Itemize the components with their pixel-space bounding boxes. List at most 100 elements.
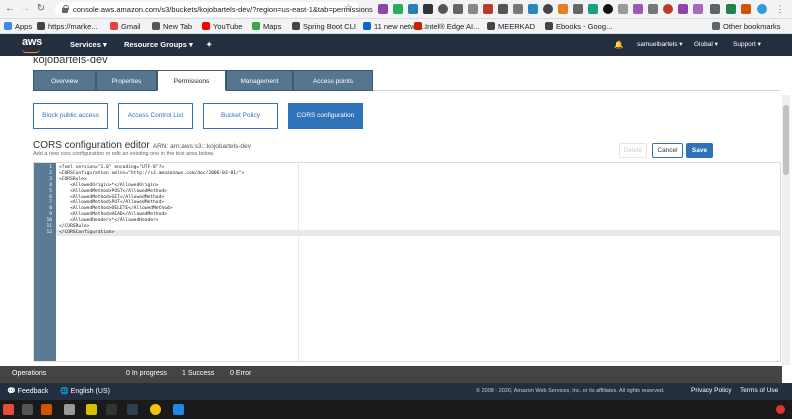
tab-management[interactable]: Management <box>226 70 293 91</box>
bookmarks-bar: Apps https://marke... Gmail New Tab YouTube M… <box>0 19 792 34</box>
bookmark-favicon-icon <box>4 22 12 30</box>
extension-icon[interactable] <box>618 4 628 14</box>
reload-icon[interactable]: ↻ <box>35 3 47 15</box>
vscode-icon[interactable] <box>173 404 184 415</box>
extension-icon[interactable] <box>483 4 493 14</box>
os-taskbar <box>0 400 792 419</box>
extension-icon[interactable] <box>603 4 613 14</box>
extension-icon[interactable] <box>528 4 538 14</box>
page-scrollbar[interactable] <box>782 95 790 365</box>
resource-groups-menu[interactable]: Resource Groups ▾ <box>124 40 193 49</box>
delete-button[interactable]: Delete <box>619 143 647 158</box>
tab-permissions[interactable]: Permissions <box>157 70 226 91</box>
access-control-list-button[interactable]: Access Control List <box>118 103 193 129</box>
scrollbar-thumb[interactable] <box>783 105 789 175</box>
error-count: 0 Error <box>230 370 252 377</box>
cancel-button[interactable]: Cancel <box>652 143 683 158</box>
extension-icon[interactable] <box>498 4 508 14</box>
extension-icon[interactable] <box>558 4 568 14</box>
other-bookmarks[interactable]: Other bookmarks <box>712 21 781 32</box>
bookmark-label: Spring Boot CLI <box>303 22 356 31</box>
feedback-link[interactable]: 💬 Feedback <box>7 387 48 395</box>
extension-icon[interactable] <box>633 4 643 14</box>
bookmark-favicon-icon <box>202 22 210 30</box>
other-bookmarks-label: Other bookmarks <box>723 22 781 31</box>
chat-icon: 💬 <box>7 388 16 395</box>
bookmark-item[interactable]: Intel® Edge AI... <box>414 21 479 32</box>
avatar[interactable] <box>757 4 767 14</box>
app-icon[interactable] <box>22 404 33 415</box>
cors-code-editor[interactable]: 1 2 3 4 5 6 7 8 9 10 11 12 <?xml version="1.0" enco… <box>33 162 781 362</box>
operations-bar[interactable]: Operations 0 In progress 1 Success 0 Err… <box>0 366 782 383</box>
extension-icon[interactable] <box>741 4 751 14</box>
bookmark-favicon-icon <box>487 22 495 30</box>
bookmark-item[interactable]: New Tab <box>152 21 192 32</box>
extension-icon[interactable] <box>663 4 673 14</box>
app-icon[interactable] <box>41 404 52 415</box>
tab-properties[interactable]: Properties <box>96 70 157 91</box>
extension-icon[interactable] <box>648 4 658 14</box>
bookmark-item[interactable]: MEERKAD <box>487 21 535 32</box>
block-public-access-button[interactable]: Block public access <box>33 103 108 129</box>
power-icon[interactable] <box>776 405 785 414</box>
tab-access-points[interactable]: Access points <box>293 70 373 91</box>
app-icon[interactable] <box>106 404 117 415</box>
app-icon[interactable] <box>3 404 14 415</box>
terms-of-use-link[interactable]: Terms of Use <box>740 387 778 394</box>
bookmark-favicon-icon <box>37 22 45 30</box>
bucket-policy-button[interactable]: Bucket Policy <box>203 103 278 129</box>
services-menu[interactable]: Services ▾ <box>70 40 107 49</box>
region-menu[interactable]: Global ▾ <box>694 40 718 48</box>
forward-icon[interactable]: → <box>19 3 31 15</box>
active-line-highlight <box>56 230 780 236</box>
support-menu[interactable]: Support ▾ <box>733 40 761 48</box>
bookmark-star-icon[interactable]: ☆ <box>344 3 353 14</box>
extension-icon[interactable] <box>588 4 598 14</box>
bookmark-item[interactable]: https://marke... <box>37 21 98 32</box>
code-line[interactable]: </CORSConfiguration> <box>59 230 114 236</box>
puzzle-icon[interactable] <box>710 4 720 14</box>
extension-icon[interactable] <box>468 4 478 14</box>
bookmark-favicon-icon <box>414 22 422 30</box>
privacy-policy-link[interactable]: Privacy Policy <box>691 387 731 394</box>
folder-icon <box>712 22 720 30</box>
tab-overview[interactable]: Overview <box>33 70 96 91</box>
extension-icon[interactable] <box>378 4 388 14</box>
extension-icon[interactable] <box>678 4 688 14</box>
extension-icon[interactable] <box>393 4 403 14</box>
code-line[interactable]: <CORSConfiguration xmlns="http://s3.amaz… <box>59 171 244 177</box>
extension-icon[interactable] <box>438 4 448 14</box>
pin-icon[interactable]: ✦ <box>206 40 212 49</box>
app-icon[interactable] <box>86 404 97 415</box>
address-bar[interactable]: console.aws.amazon.com/s3/buckets/kojoba… <box>55 2 373 17</box>
cors-configuration-button[interactable]: CORS configuration <box>288 103 363 129</box>
bookmark-item[interactable]: YouTube <box>202 21 242 32</box>
save-button[interactable]: Save <box>686 143 713 158</box>
globe-icon: 🌐 <box>60 388 69 395</box>
extension-icon[interactable] <box>726 4 736 14</box>
account-menu[interactable]: samuelbartels ▾ <box>637 40 683 48</box>
extension-icon[interactable] <box>513 4 523 14</box>
extension-icon[interactable] <box>573 4 583 14</box>
language-selector[interactable]: 🌐 English (US) <box>60 387 110 395</box>
chrome-icon[interactable] <box>150 404 161 415</box>
app-icon[interactable] <box>127 404 138 415</box>
in-progress-count: 0 In progress <box>126 370 167 377</box>
editor-title: CORS configuration editor ARN: arn:aws:s3… <box>33 140 251 151</box>
bookmark-item[interactable]: Gmail <box>110 21 141 32</box>
extension-icon[interactable] <box>423 4 433 14</box>
app-icon[interactable] <box>64 404 75 415</box>
extension-icon[interactable] <box>453 4 463 14</box>
back-icon[interactable]: ← <box>4 3 16 15</box>
lock-icon <box>62 5 69 13</box>
bookmark-item[interactable]: Apps <box>4 21 32 32</box>
bookmark-item[interactable]: Ebooks - Goog... <box>545 21 612 32</box>
menu-dots-icon[interactable]: ⋮ <box>774 3 786 15</box>
bookmark-item[interactable]: Spring Boot CLI <box>292 21 356 32</box>
aws-logo[interactable]: aws <box>22 36 42 48</box>
bookmark-item[interactable]: Maps <box>252 21 281 32</box>
extension-icon[interactable] <box>408 4 418 14</box>
extension-icon[interactable] <box>693 4 703 14</box>
bell-icon[interactable]: 🔔 <box>614 40 623 49</box>
extension-icon[interactable] <box>543 4 553 14</box>
